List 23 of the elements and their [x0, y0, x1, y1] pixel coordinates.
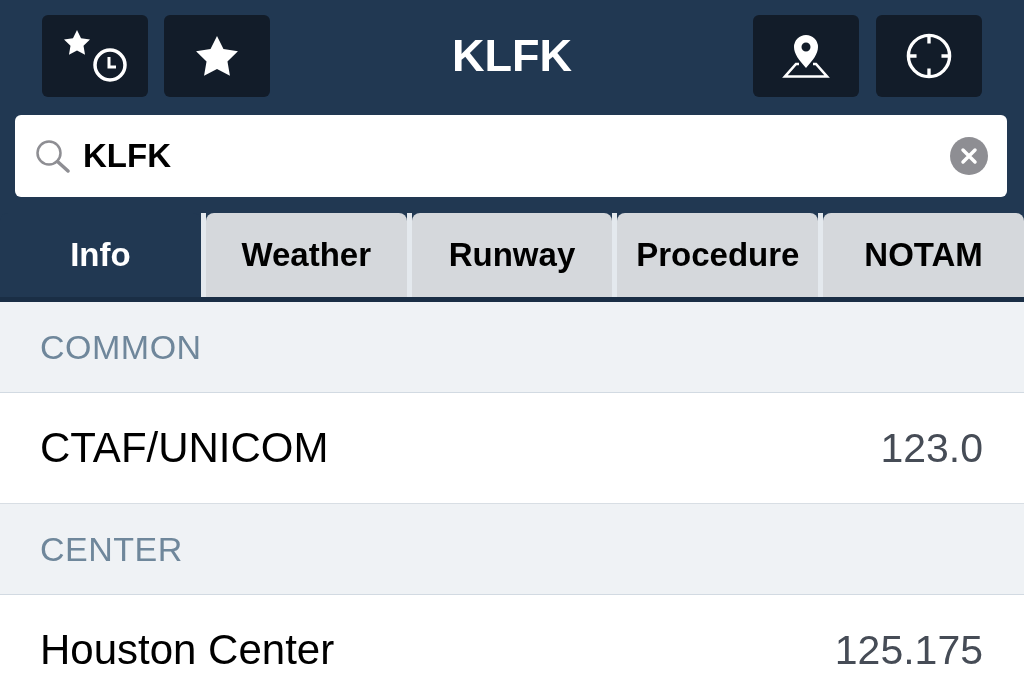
frequency-value: 123.0: [880, 424, 983, 472]
search-icon: [35, 139, 71, 173]
clear-button[interactable]: [950, 137, 988, 175]
recent-favorites-button[interactable]: [42, 15, 148, 97]
tab[interactable]: Runway: [411, 213, 613, 297]
airport-title: KLFK: [452, 31, 572, 81]
frequency-name: Houston Center: [40, 626, 335, 674]
favorites-button[interactable]: [164, 15, 270, 97]
search-field[interactable]: KLFK: [15, 115, 1007, 197]
crosshair-icon: [906, 33, 952, 79]
section-header: COMMON: [40, 327, 202, 367]
close-icon: [950, 137, 988, 175]
star-clock-icon: [63, 30, 127, 82]
locate-button[interactable]: [876, 15, 982, 97]
section-header: CENTER: [40, 529, 183, 569]
tab[interactable]: Procedure: [617, 213, 819, 297]
map-button[interactable]: [753, 15, 859, 97]
tab[interactable]: Weather: [205, 213, 407, 297]
tab[interactable]: NOTAM: [823, 213, 1024, 297]
star-icon: [196, 36, 238, 76]
frequency-value: 125.175: [834, 626, 983, 674]
frequency-name: CTAF/UNICOM: [40, 424, 329, 472]
map-pin-icon: [782, 34, 830, 78]
